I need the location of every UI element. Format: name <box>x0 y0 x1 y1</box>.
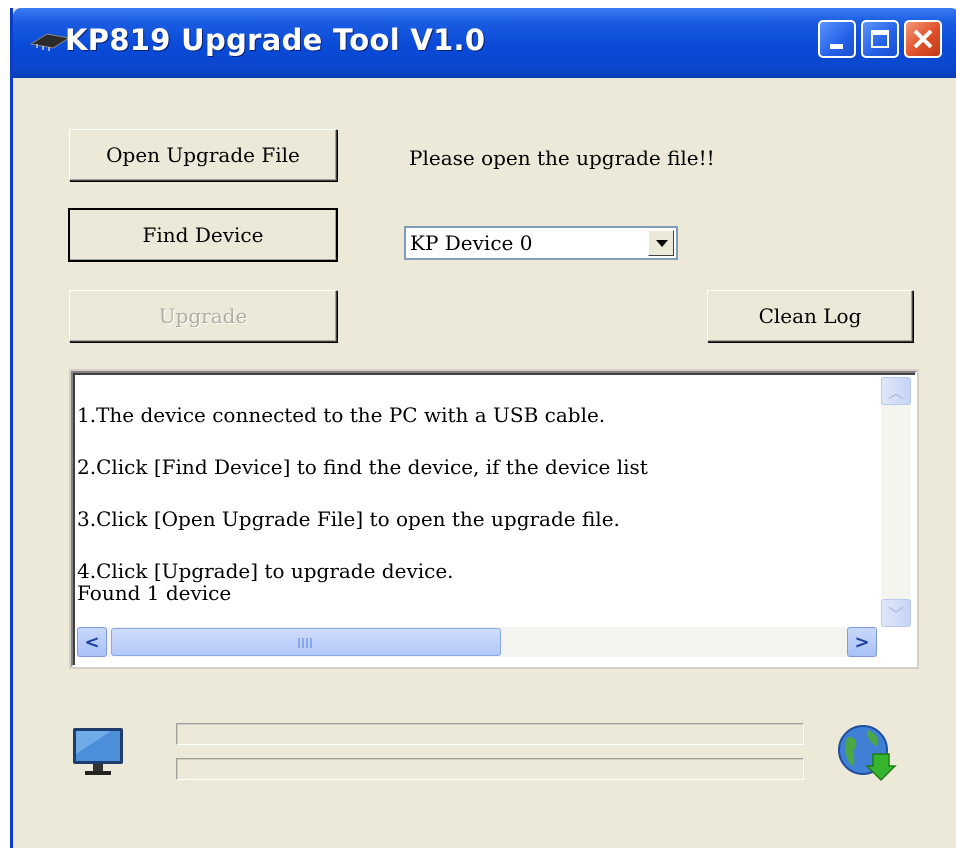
window-title: KP819 Upgrade Tool V1.0 <box>65 23 486 57</box>
status-message: Please open the upgrade file!! <box>409 146 715 170</box>
upgrade-button[interactable]: Upgrade <box>69 290 337 342</box>
maximize-button[interactable] <box>861 20 899 58</box>
minimize-button[interactable] <box>818 20 856 58</box>
open-upgrade-file-button[interactable]: Open Upgrade File <box>69 129 337 181</box>
clean-log-button[interactable]: Clean Log <box>707 290 913 342</box>
log-line: 1.The device connected to the PC with a … <box>77 403 606 427</box>
scroll-up-icon[interactable]: ︿ <box>881 377 911 405</box>
progress-bar-1 <box>176 723 804 745</box>
globe-download-icon <box>838 725 897 782</box>
horizontal-scroll-thumb[interactable] <box>111 628 501 656</box>
maximize-icon <box>871 30 889 48</box>
log-panel[interactable]: 1.The device connected to the PC with a … <box>71 371 917 667</box>
scroll-right-icon[interactable]: > <box>847 627 877 657</box>
dropdown-arrow-icon[interactable] <box>648 230 674 256</box>
main-window: KP819 Upgrade Tool V1.0 Open Upgrade Fil… <box>10 8 956 848</box>
grip-icon <box>298 638 312 648</box>
log-line: Found 1 device <box>77 581 232 605</box>
find-device-button[interactable]: Find Device <box>68 208 338 262</box>
log-line: 2.Click [Find Device] to find the device… <box>77 455 648 479</box>
scroll-down-icon[interactable]: ﹀ <box>881 599 911 627</box>
title-bar[interactable]: KP819 Upgrade Tool V1.0 <box>13 8 956 78</box>
minimize-icon <box>830 44 843 49</box>
vertical-scrollbar[interactable]: ︿ ﹀ <box>881 377 911 627</box>
device-select[interactable]: KP Device 0 <box>404 226 678 260</box>
log-text: 1.The device connected to the PC with a … <box>77 377 867 623</box>
close-button[interactable] <box>904 20 942 58</box>
horizontal-scrollbar[interactable]: < > <box>77 627 877 657</box>
scroll-left-icon[interactable]: < <box>77 627 107 657</box>
close-icon <box>913 29 933 49</box>
log-line: 3.Click [Open Upgrade File] to open the … <box>77 507 620 531</box>
progress-bar-2 <box>176 758 804 780</box>
monitor-icon <box>73 728 123 775</box>
log-line: 4.Click [Upgrade] to upgrade device. <box>77 559 454 583</box>
device-select-value: KP Device 0 <box>410 231 533 255</box>
